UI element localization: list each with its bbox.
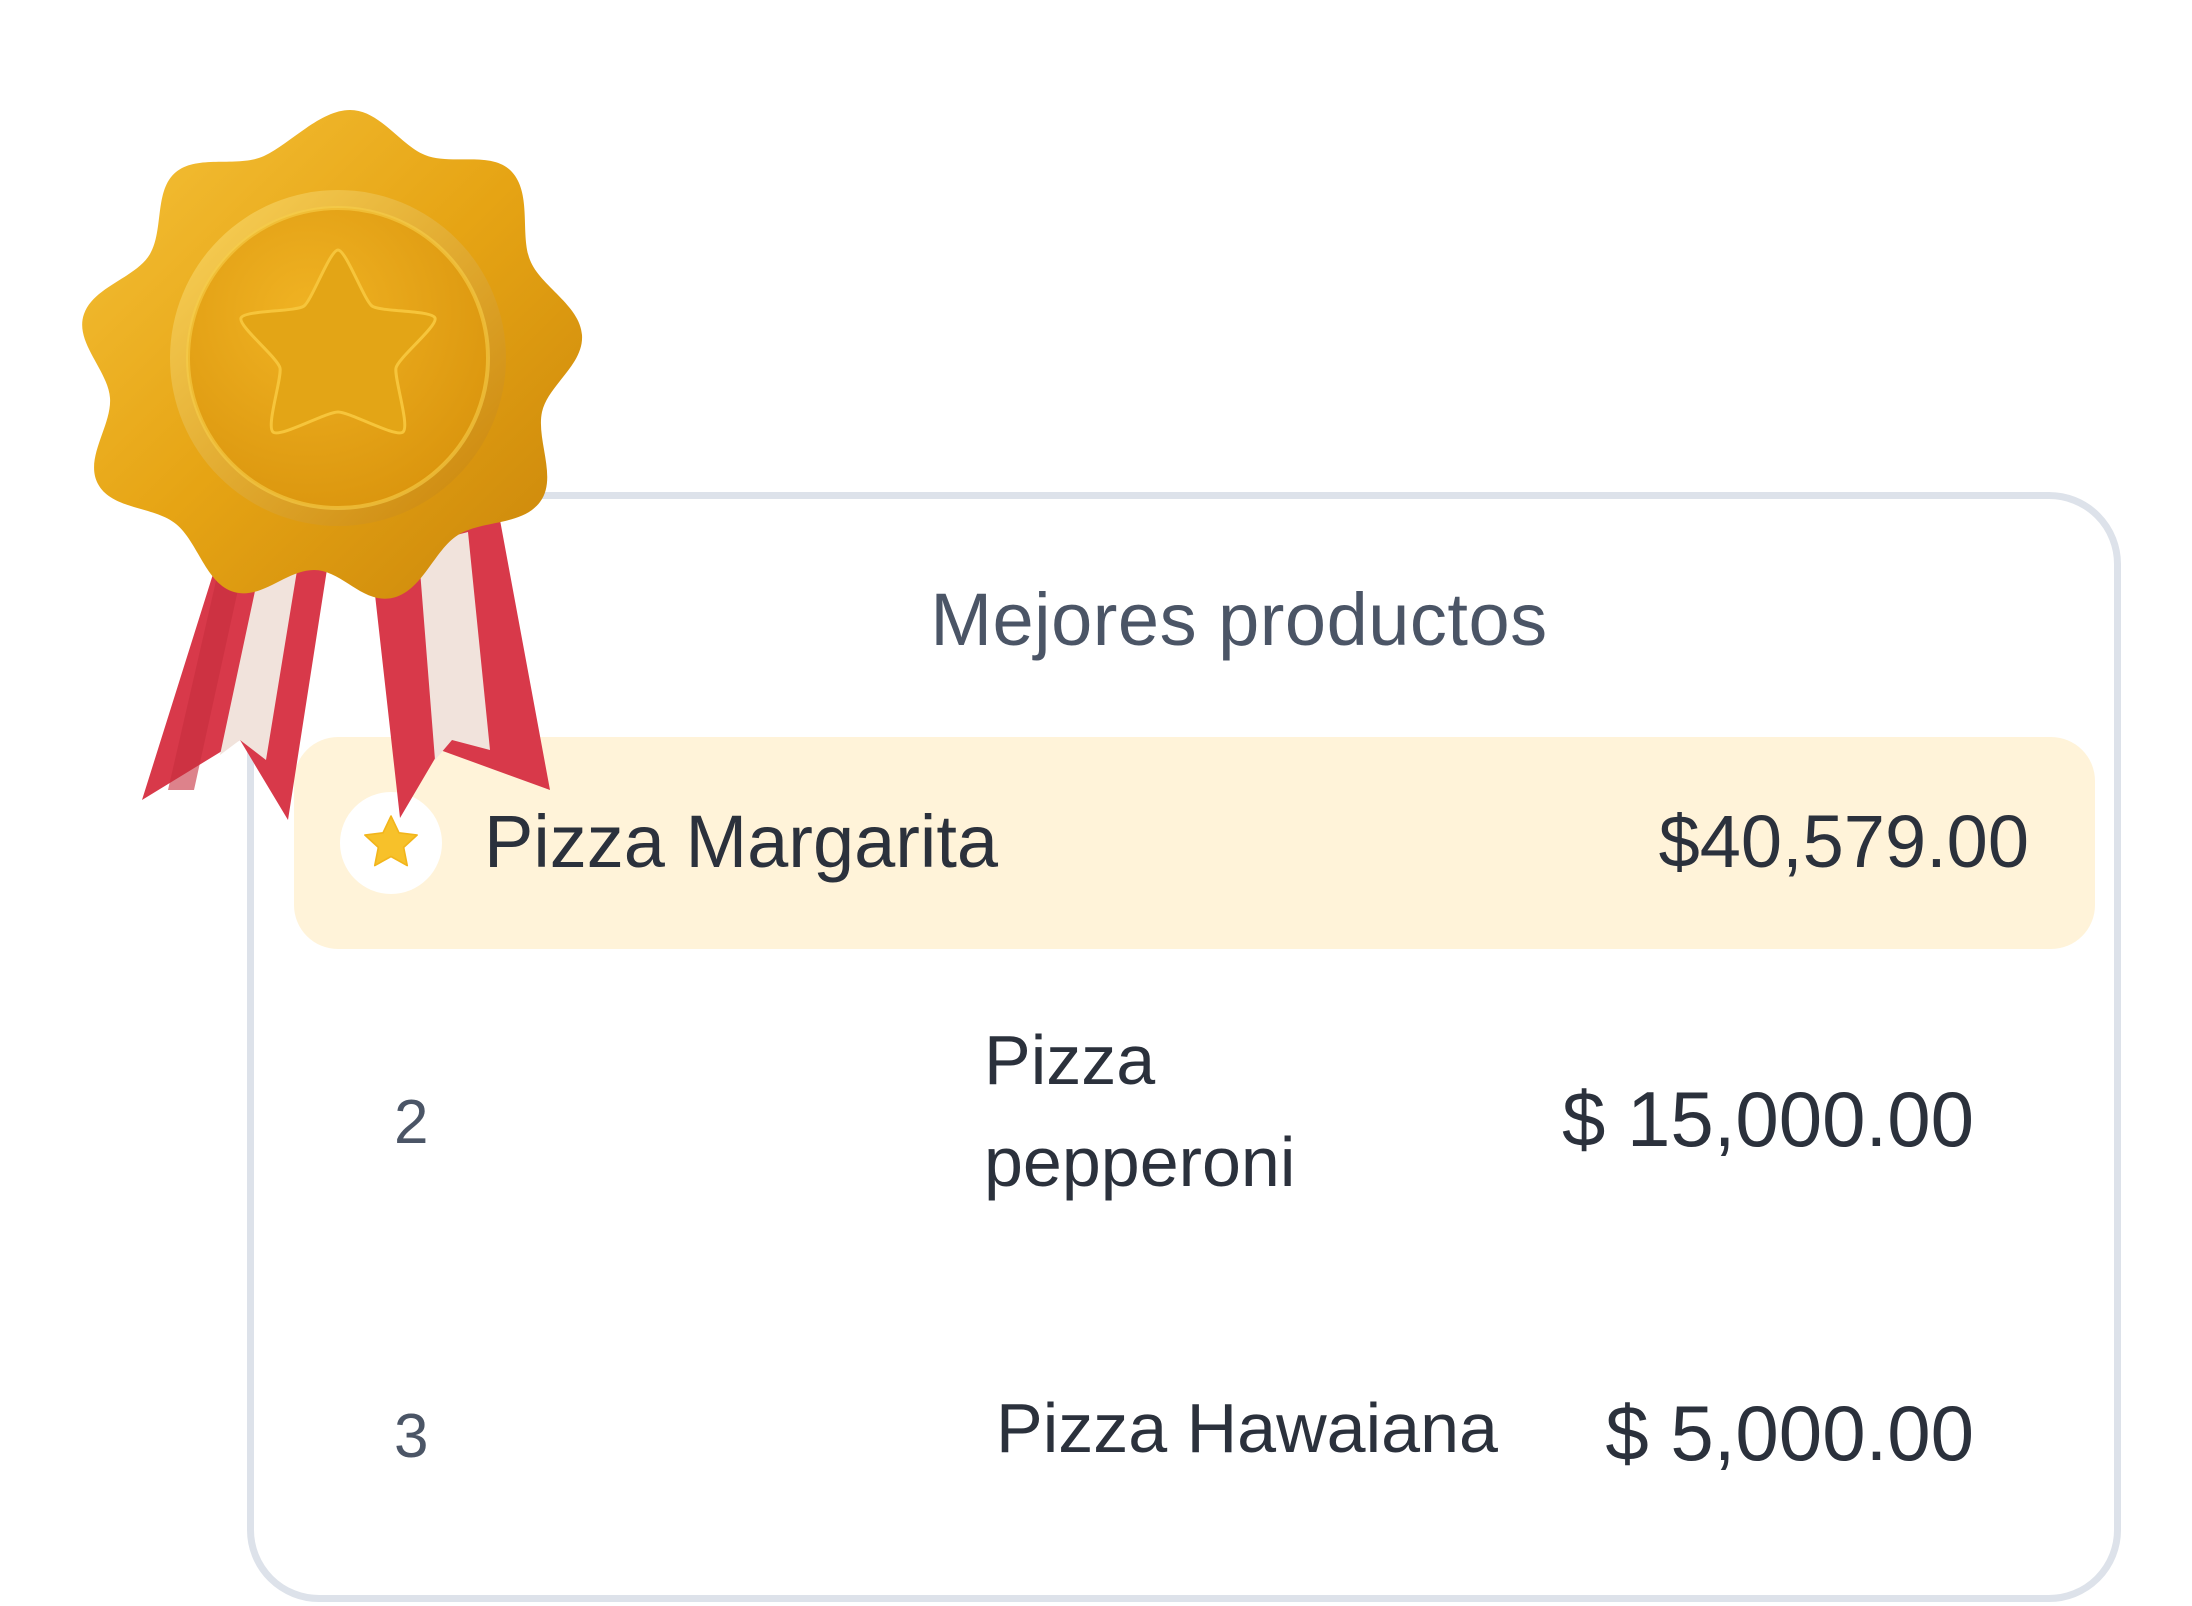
gold-star-medal-icon <box>82 110 583 820</box>
product-rank: 3 <box>394 1402 429 1471</box>
product-rank: 2 <box>394 1088 429 1157</box>
product-name: Pizza pepperoni <box>984 1021 1296 1201</box>
product-amount: $ 15,000.00 <box>1561 1075 1974 1163</box>
product-row[interactable]: 3 Pizza Hawaiana $ 5,000.00 <box>254 1369 2114 1489</box>
product-row[interactable]: 2 Pizza pepperoni $ 15,000.00 <box>254 994 2114 1234</box>
product-amount: $ 5,000.00 <box>1605 1389 1974 1477</box>
product-name: Pizza Hawaiana <box>996 1389 1498 1467</box>
top-product-amount: $40,579.00 <box>1658 800 2029 883</box>
